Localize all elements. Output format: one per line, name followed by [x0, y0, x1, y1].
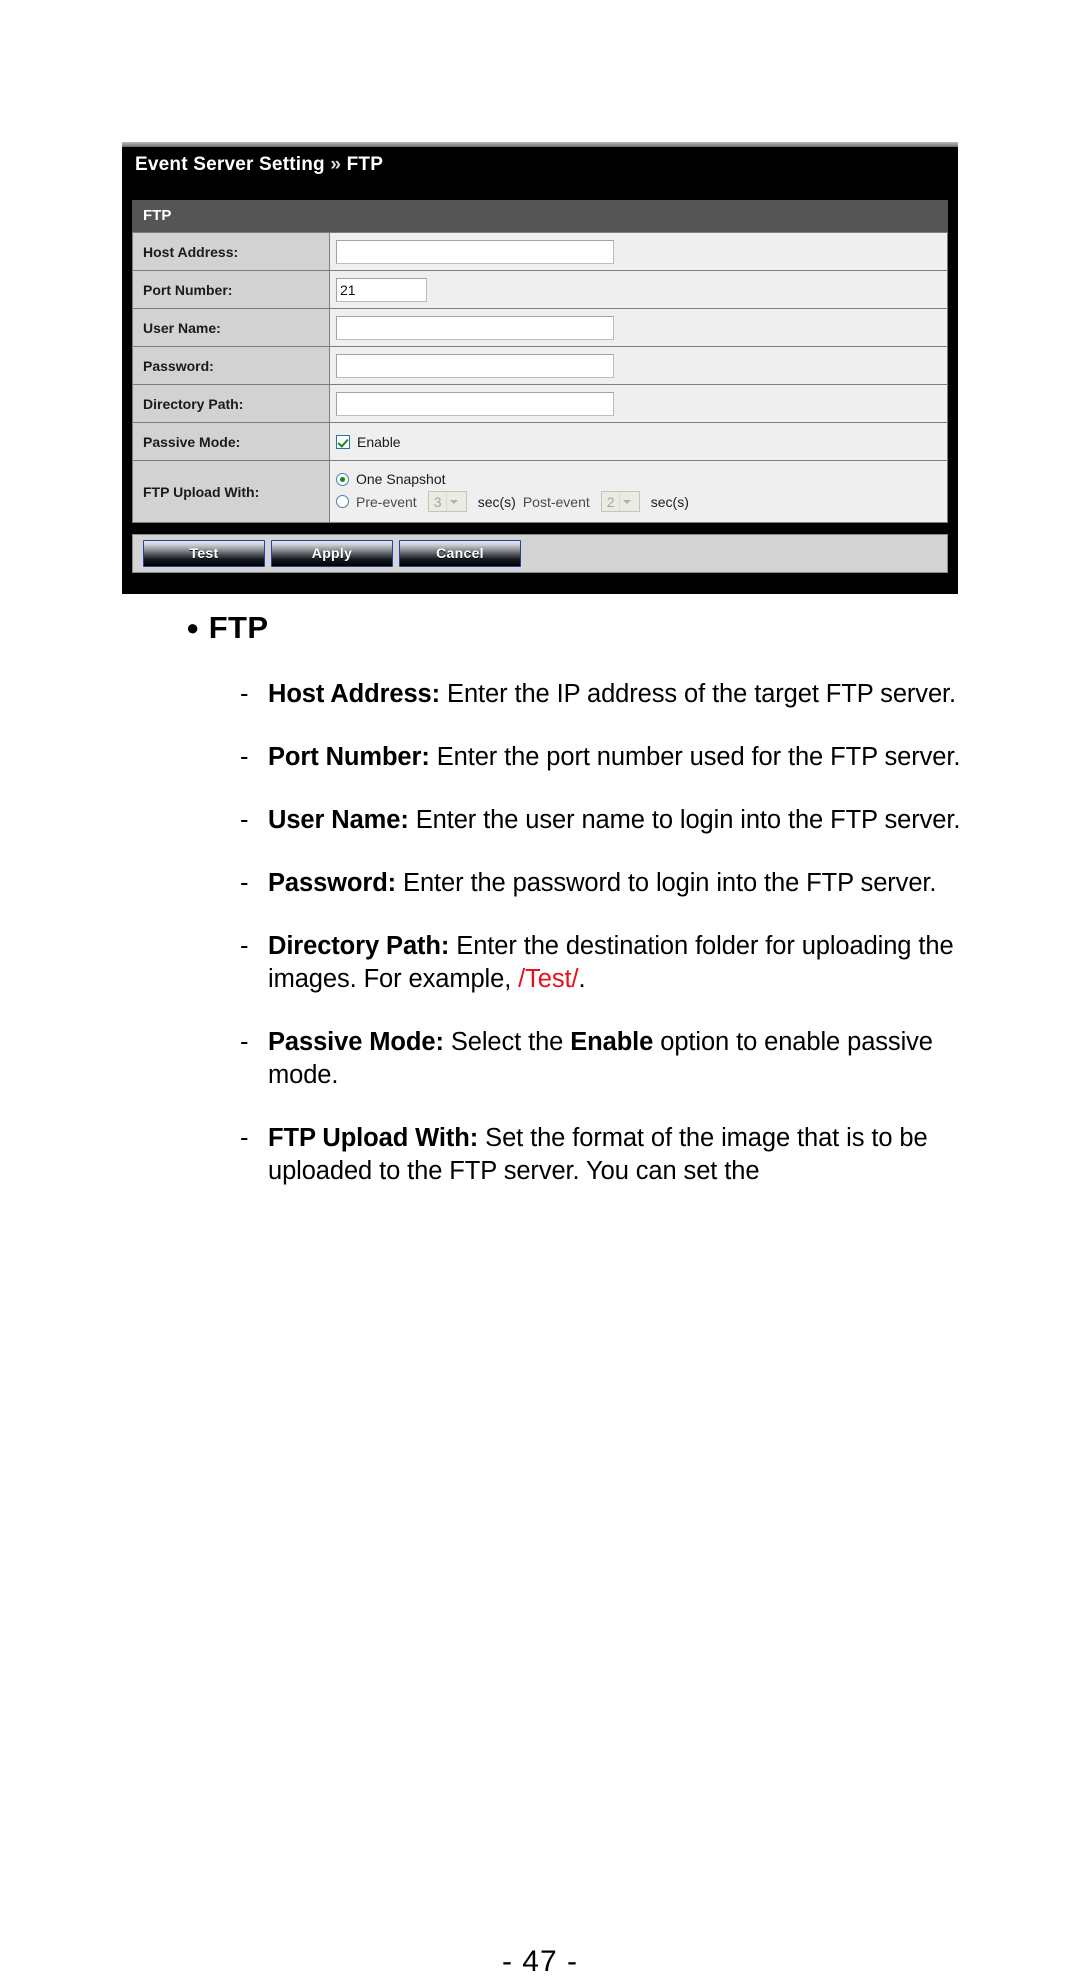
post-event-unit-label: sec(s): [650, 493, 689, 510]
term-directory-path: Directory Path:: [268, 932, 450, 960]
port-number-input-wrap[interactable]: [336, 277, 427, 302]
section-header-ftp: FTP: [132, 200, 948, 232]
table-row-host-address: Host Address:: [132, 232, 948, 271]
term-password: Password:: [268, 869, 397, 897]
cell-host-address: [329, 232, 948, 271]
list-item: - Port Number: Enter the port number use…: [234, 741, 964, 774]
dash-marker: -: [240, 806, 249, 834]
term-passive-mode: Passive Mode:: [268, 1028, 444, 1056]
radio-row-pre-post-event[interactable]: Pre-event 3 sec(s) Post-event 2 sec(s): [336, 491, 947, 512]
passive-mode-enable-label: Enable: [357, 433, 401, 450]
dash-marker: -: [240, 1124, 249, 1152]
page-number: - 47 -: [501, 1945, 579, 1978]
dash-marker: -: [240, 1028, 249, 1056]
page-title-sub: FTP: [346, 154, 384, 175]
chevron-down-icon[interactable]: [445, 492, 462, 511]
emphasis-enable: Enable: [570, 1028, 654, 1056]
list-item: - Passive Mode: Select the Enable option…: [234, 1026, 964, 1092]
desc-passive-mode-before: Select the: [443, 1028, 571, 1056]
port-number-input[interactable]: [337, 278, 426, 301]
breadcrumb-separator-icon: »: [330, 154, 342, 175]
passive-mode-checkbox-row[interactable]: Enable: [336, 434, 947, 450]
directory-path-input-wrap[interactable]: [336, 391, 614, 416]
table-row-directory-path: Directory Path:: [132, 384, 948, 423]
dash-marker: -: [240, 743, 249, 771]
label-passive-mode: Passive Mode:: [132, 422, 330, 461]
dash-marker: -: [240, 932, 249, 960]
option-one-snapshot-label: One Snapshot: [356, 471, 446, 487]
cancel-button[interactable]: Cancel: [399, 540, 521, 567]
desc-port-number: Enter the port number used for the FTP s…: [429, 743, 961, 771]
password-input-wrap[interactable]: [336, 353, 614, 378]
label-user-name: User Name:: [132, 308, 330, 347]
dash-marker: -: [240, 680, 249, 708]
list-item: - Password: Enter the password to login …: [234, 867, 964, 900]
radio-row-one-snapshot[interactable]: One Snapshot: [336, 471, 947, 487]
bullet-dot-icon: ●: [186, 615, 200, 640]
ftp-settings-table: Host Address: Port Number: User Name:: [132, 232, 948, 523]
test-button[interactable]: Test: [143, 540, 265, 567]
directory-path-input[interactable]: [337, 392, 613, 415]
option-post-event-label: Post-event: [522, 493, 590, 510]
term-port-number: Port Number:: [268, 743, 430, 771]
post-event-seconds-select[interactable]: 2: [600, 491, 640, 512]
table-row-passive-mode: Passive Mode: Enable: [132, 422, 948, 461]
desc-host-address: Enter the IP address of the target FTP s…: [440, 680, 957, 708]
list-item: - Directory Path: Enter the destination …: [234, 930, 964, 996]
desc-password: Enter the password to login into the FTP…: [396, 869, 937, 897]
section-header-label: FTP: [143, 207, 172, 224]
radio-unselected-icon[interactable]: [336, 495, 349, 508]
section-heading-label: FTP: [208, 610, 269, 645]
table-row-user-name: User Name:: [132, 308, 948, 347]
page-title-main: Event Server Setting: [135, 154, 325, 175]
apply-button[interactable]: Apply: [271, 540, 393, 567]
label-port-number: Port Number:: [132, 270, 330, 309]
section-heading-ftp: ● FTP: [186, 610, 268, 646]
cell-port-number: [329, 270, 948, 309]
password-input[interactable]: [337, 354, 613, 377]
upload-with-options: One Snapshot Pre-event 3 sec(s) Post-eve…: [336, 461, 947, 522]
label-password: Password:: [132, 346, 330, 385]
host-address-input[interactable]: [337, 240, 613, 263]
post-event-seconds-value: 2: [606, 493, 615, 510]
radio-selected-icon[interactable]: [336, 472, 349, 486]
list-item: - User Name: Enter the user name to logi…: [234, 804, 964, 837]
option-pre-event-label: Pre-event: [356, 493, 417, 510]
label-directory-path: Directory Path:: [132, 384, 330, 423]
cell-password: [329, 346, 948, 385]
desc-user-name: Enter the user name to login into the FT…: [408, 806, 961, 834]
cell-ftp-upload-with: One Snapshot Pre-event 3 sec(s) Post-eve…: [329, 460, 948, 523]
user-name-input[interactable]: [337, 316, 613, 339]
table-row-password: Password:: [132, 346, 948, 385]
window-top-strip: [122, 142, 958, 147]
dash-marker: -: [240, 869, 249, 897]
term-host-address: Host Address:: [268, 680, 441, 708]
label-host-address: Host Address:: [132, 232, 330, 271]
cell-passive-mode: Enable: [329, 422, 948, 461]
page-title: Event Server Setting » FTP: [135, 154, 383, 176]
term-ftp-upload-with: FTP Upload With:: [268, 1124, 479, 1152]
table-row-port-number: Port Number:: [132, 270, 948, 309]
router-config-screenshot: Event Server Setting » FTP FTP Host Addr…: [122, 142, 958, 594]
label-ftp-upload-with: FTP Upload With:: [132, 460, 330, 523]
user-name-input-wrap[interactable]: [336, 315, 614, 340]
desc-directory-path-after: .: [578, 965, 586, 993]
cell-directory-path: [329, 384, 948, 423]
cell-user-name: [329, 308, 948, 347]
pre-event-unit-label: sec(s): [477, 493, 516, 510]
term-user-name: User Name:: [268, 806, 409, 834]
chevron-down-icon[interactable]: [618, 492, 635, 511]
pre-event-seconds-value: 3: [433, 493, 442, 510]
action-button-bar: Test Apply Cancel: [132, 534, 948, 573]
table-row-ftp-upload-with: FTP Upload With: One Snapshot Pre-event …: [132, 460, 948, 523]
definition-list: - Host Address: Enter the IP address of …: [234, 678, 964, 1218]
host-address-input-wrap[interactable]: [336, 239, 614, 264]
list-item: - FTP Upload With: Set the format of the…: [234, 1122, 964, 1188]
pre-event-seconds-select[interactable]: 3: [427, 491, 467, 512]
list-item: - Host Address: Enter the IP address of …: [234, 678, 964, 711]
checkmark-icon[interactable]: [336, 434, 350, 449]
example-path-highlight: /Test/: [518, 965, 579, 993]
